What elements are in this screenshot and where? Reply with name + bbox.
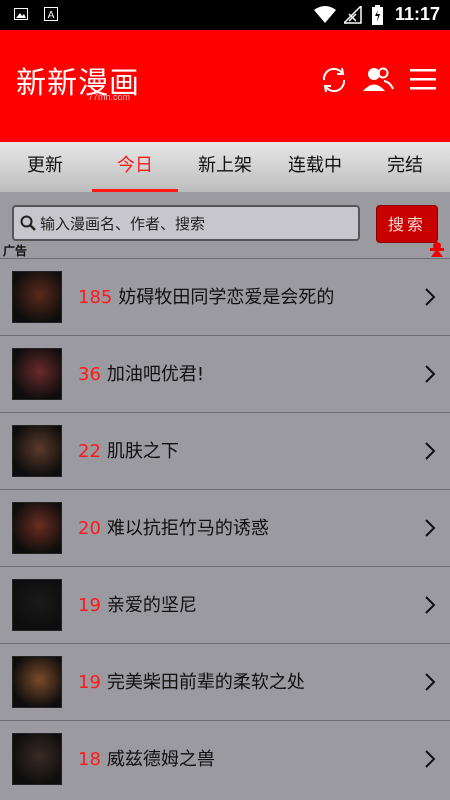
tab-today[interactable]: 今日	[90, 142, 180, 192]
chapter-number: 22	[78, 441, 101, 462]
chevron-right-icon	[425, 365, 436, 383]
list-item-text: 185 妨碍牧田同学恋爱是会死的	[78, 283, 334, 309]
comic-title: 难以抗拒竹马的诱惑	[106, 518, 269, 539]
search-button[interactable]: 搜索	[376, 205, 438, 243]
comic-cover-thumbnail	[12, 425, 62, 477]
chapter-number: 185	[78, 287, 113, 308]
list-item-text: 19 完美柴田前辈的柔软之处	[78, 668, 305, 694]
search-input[interactable]	[38, 210, 352, 238]
tab-completed[interactable]: 完结	[360, 142, 450, 192]
chapter-number: 18	[78, 749, 101, 770]
list-item[interactable]: 36 加油吧优君!	[0, 335, 450, 412]
comic-title: 威兹德姆之兽	[106, 749, 215, 770]
image-notification-icon	[14, 8, 28, 20]
comic-cover-thumbnail	[12, 733, 62, 785]
chevron-right-icon	[425, 519, 436, 537]
tab-update[interactable]: 更新	[0, 142, 90, 192]
refresh-icon[interactable]	[318, 64, 350, 96]
comic-title: 肌肤之下	[106, 441, 179, 462]
comic-title: 亲爱的坚尼	[106, 595, 197, 616]
list-item[interactable]: 185 妨碍牧田同学恋爱是会死的	[0, 258, 450, 335]
list-item-text: 19 亲爱的坚尼	[78, 591, 197, 617]
category-tabs: 更新 今日 新上架 连载中 完结	[0, 142, 450, 193]
chapter-number: 19	[78, 672, 101, 693]
list-item[interactable]: 18 威兹德姆之兽	[0, 720, 450, 797]
list-item[interactable]: 22 肌肤之下	[0, 412, 450, 489]
comic-cover-thumbnail	[12, 579, 62, 631]
search-box	[12, 205, 360, 241]
app-logo-subtitle: 77mh.com	[88, 92, 131, 102]
ad-badge-icon[interactable]	[428, 240, 446, 258]
comic-title: 完美柴田前辈的柔软之处	[106, 672, 305, 693]
app-header: 新新漫画 77mh.com	[0, 30, 450, 142]
menu-icon[interactable]	[408, 64, 440, 96]
chevron-right-icon	[425, 596, 436, 614]
status-bar: A 11:17	[0, 0, 450, 30]
list-item-text: 36 加油吧优君!	[78, 360, 204, 386]
app-notification-icon: A	[44, 7, 58, 21]
search-icon	[20, 215, 36, 231]
list-item[interactable]: 19 完美柴田前辈的柔软之处	[0, 643, 450, 720]
list-item[interactable]: 19 亲爱的坚尼	[0, 566, 450, 643]
chapter-number: 20	[78, 518, 101, 539]
list-item-text: 22 肌肤之下	[78, 437, 179, 463]
list-item-text: 18 威兹德姆之兽	[78, 745, 215, 771]
wifi-icon	[314, 6, 336, 23]
user-icon[interactable]	[362, 64, 394, 96]
chevron-right-icon	[425, 673, 436, 691]
comic-cover-thumbnail	[12, 271, 62, 323]
signal-icon	[344, 6, 362, 24]
chevron-right-icon	[425, 442, 436, 460]
list-item-text: 20 难以抗拒竹马的诱惑	[78, 514, 269, 540]
tab-new-release[interactable]: 新上架	[180, 142, 270, 192]
search-bar: 搜索	[0, 193, 450, 248]
chapter-number: 36	[78, 364, 101, 385]
comic-title: 加油吧优君!	[106, 364, 205, 385]
ad-label: 广告	[3, 244, 28, 258]
chevron-right-icon	[425, 288, 436, 306]
comic-title: 妨碍牧田同学恋爱是会死的	[118, 287, 335, 308]
comic-list: 185 妨碍牧田同学恋爱是会死的 36 加油吧优君! 22 肌肤之下 20 难以抗拒竹马的诱惑…	[0, 258, 450, 797]
chapter-number: 19	[78, 595, 101, 616]
status-time: 11:17	[394, 4, 440, 24]
list-item[interactable]: 20 难以抗拒竹马的诱惑	[0, 489, 450, 566]
comic-cover-thumbnail	[12, 502, 62, 554]
comic-cover-thumbnail	[12, 656, 62, 708]
chevron-right-icon	[425, 750, 436, 768]
svg-text:A: A	[48, 10, 55, 21]
tab-ongoing[interactable]: 连载中	[270, 142, 360, 192]
comic-cover-thumbnail	[12, 348, 62, 400]
battery-icon	[372, 5, 383, 25]
